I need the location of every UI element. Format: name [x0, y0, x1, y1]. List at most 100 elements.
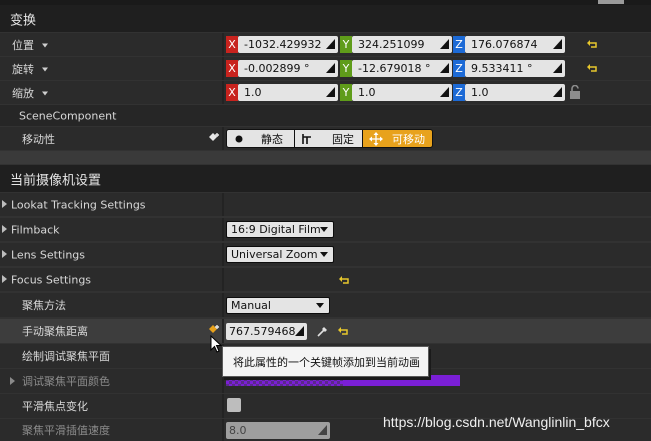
axis-x-badge: X	[226, 84, 238, 101]
expand-arrow-icon[interactable]	[2, 250, 7, 258]
location-z-input[interactable]: 176.076874	[465, 36, 565, 53]
property-label: 平滑焦点变化	[22, 400, 88, 413]
property-row-focus-settings[interactable]: Focus Settings	[0, 268, 651, 291]
mobility-static-button[interactable]: 静态	[226, 129, 295, 148]
eyedropper-icon[interactable]	[317, 325, 329, 337]
static-icon	[235, 135, 243, 143]
location-x-input[interactable]: -1032.429932	[238, 36, 338, 53]
drag-handle-icon	[440, 63, 449, 73]
column-divider	[222, 218, 224, 241]
axis-y-badge: Y	[340, 36, 352, 53]
mouse-cursor-icon	[210, 335, 222, 353]
chevron-down-icon[interactable]	[37, 62, 48, 75]
column-divider	[222, 57, 224, 80]
property-row-focus-method: 聚焦方法 Manual	[0, 293, 651, 317]
rotation-z-input[interactable]: 9.533411 °	[465, 60, 565, 77]
property-label: Filmback	[11, 223, 60, 236]
property-label: 绘制调试聚焦平面	[22, 350, 110, 363]
expand-arrow-icon[interactable]	[2, 275, 7, 283]
axis-y-badge: Y	[340, 60, 352, 77]
smooth-focus-checkbox[interactable]	[227, 398, 241, 412]
property-row-location: 位置 X -1032.429932 Y 324.251099 Z 176.076…	[0, 33, 651, 56]
reset-to-default-icon[interactable]	[339, 276, 349, 284]
drag-handle-icon	[326, 39, 335, 49]
property-row-lens-settings[interactable]: Lens Settings Universal Zoom	[0, 243, 651, 266]
reset-to-default-icon[interactable]	[587, 40, 597, 48]
lock-icon[interactable]	[569, 85, 581, 99]
drag-handle-icon	[553, 39, 562, 49]
drag-handle-icon	[553, 87, 562, 97]
focus-method-dropdown[interactable]: Manual	[226, 297, 330, 314]
manual-focus-distance-input[interactable]: 767.579468	[226, 323, 307, 340]
column-divider	[222, 319, 224, 343]
drag-handle-icon	[326, 63, 335, 73]
property-label: 缩放	[12, 86, 34, 100]
chevron-down-icon	[320, 227, 328, 232]
expand-arrow-icon[interactable]	[10, 377, 15, 385]
drag-handle-icon	[553, 63, 562, 73]
drag-handle-icon	[295, 326, 304, 336]
property-row-lookat-tracking[interactable]: Lookat Tracking Settings	[0, 193, 651, 216]
drag-handle-icon	[440, 39, 449, 49]
scrollbar-thumb[interactable]	[598, 0, 624, 4]
lens-dropdown[interactable]: Universal Zoom	[226, 246, 334, 263]
property-label: 位置	[12, 38, 34, 52]
column-divider	[222, 243, 224, 266]
location-y-input[interactable]: 324.251099	[352, 36, 452, 53]
mobility-movable-button[interactable]: 可移动	[363, 129, 433, 148]
column-divider	[222, 127, 224, 150]
section-title: 当前摄像机设置	[10, 173, 102, 188]
watermark: https://blog.csdn.net/Wanglinlin_bfcx	[383, 414, 610, 430]
property-label: 聚焦方法	[22, 299, 66, 312]
property-row-rotation: 旋转 X -0.002899 ° Y -12.679018 ° Z 9.5334…	[0, 57, 651, 80]
axis-x-badge: X	[226, 36, 238, 53]
column-divider	[222, 268, 224, 291]
rotation-x-input[interactable]: -0.002899 °	[238, 60, 338, 77]
property-row-mobility: 移动性 静态 固定 可移动	[0, 127, 651, 150]
category-header-scenecomponent[interactable]: SceneComponent	[0, 105, 651, 126]
section-title: 变换	[10, 13, 37, 28]
focus-smoothing-speed-input[interactable]: 8.0	[226, 422, 330, 439]
tooltip-text: 将此属性的一个关键帧添加到当前动画	[233, 355, 420, 369]
property-label: 手动聚焦距离	[22, 325, 88, 338]
tooltip: 将此属性的一个关键帧添加到当前动画	[222, 346, 429, 377]
chevron-down-icon	[316, 303, 324, 308]
drag-handle-icon	[440, 87, 449, 97]
scale-y-input[interactable]: 1.0	[352, 84, 452, 101]
column-divider	[222, 293, 224, 317]
expand-arrow-icon[interactable]	[2, 225, 7, 233]
add-keyframe-icon[interactable]	[208, 132, 220, 144]
section-header-current-camera-settings[interactable]: 当前摄像机设置	[0, 165, 651, 192]
stationary-icon	[302, 134, 311, 144]
column-divider	[222, 33, 224, 56]
expand-arrow-icon[interactable]	[2, 200, 7, 208]
section-spacer	[0, 151, 651, 164]
mobility-stationary-button[interactable]: 固定	[295, 129, 363, 148]
column-divider	[222, 394, 224, 418]
reset-to-default-icon[interactable]	[587, 64, 597, 72]
rotation-y-input[interactable]: -12.679018 °	[352, 60, 452, 77]
chevron-down-icon[interactable]	[37, 86, 48, 99]
filmback-dropdown[interactable]: 16:9 Digital Film	[226, 221, 334, 238]
scale-z-input[interactable]: 1.0	[465, 84, 565, 101]
axis-x-badge: X	[226, 60, 238, 77]
reset-to-default-icon[interactable]	[338, 327, 348, 335]
column-divider	[222, 81, 224, 104]
section-header-transform[interactable]: 变换	[0, 5, 651, 32]
property-label: Lens Settings	[11, 248, 86, 261]
property-label: 旋转	[12, 62, 34, 76]
chevron-down-icon[interactable]	[37, 38, 48, 51]
property-label: 聚焦平滑插值速度	[22, 424, 110, 437]
property-label: Focus Settings	[11, 273, 92, 286]
axis-z-badge: Z	[453, 84, 465, 101]
property-label: 调试聚焦平面颜色	[22, 375, 110, 388]
axis-y-badge: Y	[340, 84, 352, 101]
scale-x-input[interactable]: 1.0	[238, 84, 338, 101]
property-row-filmback[interactable]: Filmback 16:9 Digital Film	[0, 218, 651, 241]
property-row-scale: 缩放 X 1.0 Y 1.0 Z 1.0	[0, 81, 651, 104]
drag-handle-icon	[318, 425, 327, 435]
column-divider	[222, 193, 224, 216]
property-label: Lookat Tracking Settings	[11, 198, 146, 211]
drag-handle-icon	[326, 87, 335, 97]
property-label: 移动性	[22, 132, 55, 146]
